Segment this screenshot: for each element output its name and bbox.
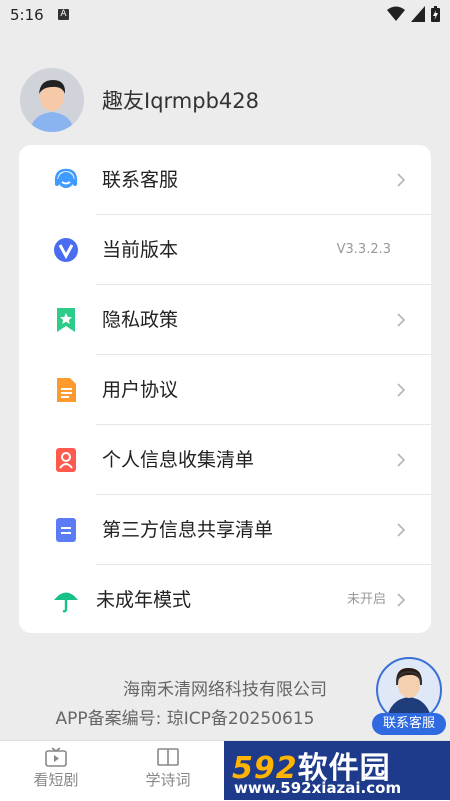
- headset-icon: [54, 168, 78, 188]
- wifi-icon: [387, 6, 405, 21]
- version-value: V3.3.2.3: [336, 242, 391, 257]
- menu-third-party-share-list[interactable]: 第三方信息共享清单: [19, 495, 431, 565]
- profile-header[interactable]: 趣友Iqrmpb428: [20, 68, 259, 132]
- menu-label: 用户协议: [102, 379, 179, 401]
- tab-short-drama[interactable]: 看短剧: [21, 747, 91, 790]
- menu-personal-info-list[interactable]: 个人信息收集清单: [19, 425, 431, 495]
- chevron-right-icon: [397, 313, 406, 327]
- support-agent-icon: [386, 667, 432, 721]
- minor-mode-status: 未开启: [346, 592, 386, 607]
- chevron-right-icon: [397, 593, 406, 607]
- menu-label: 隐私政策: [102, 309, 179, 331]
- status-bar: 5:16 A: [0, 0, 450, 30]
- chevron-right-icon: [397, 453, 406, 467]
- floating-support-button[interactable]: 联系客服: [372, 657, 446, 735]
- menu-label: 当前版本: [102, 239, 179, 261]
- menu-user-agreement[interactable]: 用户协议: [19, 355, 431, 425]
- settings-card: 联系客服 当前版本 V3.3.2.3 隐私政策 用户协议 个人信息收集清单 第三…: [19, 145, 431, 633]
- tab-label: 学诗词: [145, 771, 191, 789]
- menu-label: 个人信息收集清单: [102, 449, 255, 471]
- watermark-url: www.592xiazai.com: [234, 779, 402, 797]
- battery-icon: [431, 6, 440, 22]
- menu-minor-mode[interactable]: 未成年模式 未开启: [19, 565, 431, 635]
- username: 趣友Iqrmpb428: [102, 89, 259, 113]
- tab-label: 看短剧: [33, 771, 79, 789]
- umbrella-icon: [54, 592, 78, 613]
- support-label: 联系客服: [372, 713, 446, 735]
- shared-document-icon: [56, 518, 76, 542]
- signal-icon: [411, 6, 425, 22]
- person-card-icon: [56, 448, 76, 472]
- status-time: 5:16: [10, 6, 44, 24]
- menu-privacy-policy[interactable]: 隐私政策: [19, 285, 431, 355]
- chevron-right-icon: [397, 383, 406, 397]
- icp-record: APP备案编号: 琼ICP备20250615: [55, 709, 315, 729]
- avatar[interactable]: [20, 68, 84, 132]
- menu-label: 第三方信息共享清单: [102, 519, 274, 541]
- menu-label: 联系客服: [102, 169, 179, 191]
- site-watermark: 592软件园 www.592xiazai.com: [224, 741, 450, 800]
- book-icon: [157, 748, 179, 766]
- menu-current-version[interactable]: 当前版本 V3.3.2.3: [19, 215, 431, 285]
- notification-a-icon: A: [58, 9, 69, 20]
- chevron-right-icon: [397, 523, 406, 537]
- avatar-person-icon: [20, 68, 84, 132]
- tab-poetry[interactable]: 学诗词: [133, 747, 203, 790]
- version-v-icon: [54, 238, 78, 262]
- document-icon: [57, 378, 76, 402]
- bookmark-star-icon: [57, 308, 75, 332]
- menu-contact-support[interactable]: 联系客服: [19, 145, 431, 215]
- menu-label: 未成年模式: [96, 589, 192, 611]
- chevron-right-icon: [397, 173, 406, 187]
- tv-icon: [45, 747, 67, 767]
